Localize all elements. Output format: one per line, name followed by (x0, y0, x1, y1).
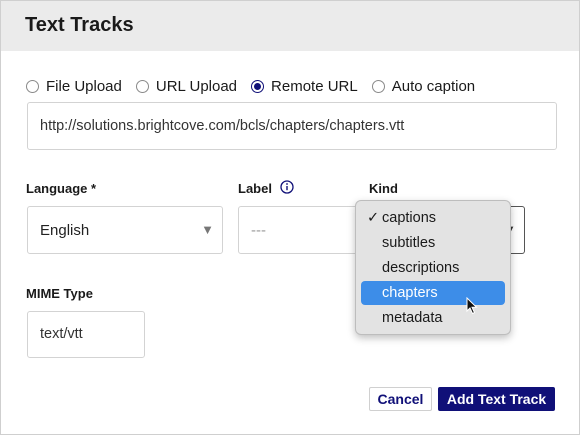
radio-button[interactable] (135, 79, 149, 93)
language-select[interactable]: English ▼ (27, 206, 223, 254)
radio-label: File Upload (46, 77, 122, 95)
checkmark-icon: ✓ (367, 210, 380, 226)
radio-label: Remote URL (271, 77, 358, 95)
label-field-label: Label (238, 181, 272, 196)
kind-option-chapters[interactable]: chapters (361, 281, 505, 305)
option-label: descriptions (382, 260, 460, 276)
kind-option-descriptions[interactable]: descriptions (361, 256, 505, 280)
radio-button[interactable] (26, 79, 39, 93)
radio-url-upload[interactable]: URL Upload (135, 77, 238, 95)
label-select[interactable]: --- (238, 206, 358, 254)
language-value: English (40, 222, 90, 239)
info-icon[interactable] (280, 180, 294, 194)
dialog-title: Text Tracks (25, 14, 134, 36)
add-text-track-button[interactable]: Add Text Track (438, 387, 555, 411)
option-label: subtitles (382, 235, 436, 251)
option-label: captions (382, 210, 437, 226)
radio-label: URL Upload (155, 77, 238, 95)
radio-label: Auto caption (391, 77, 476, 95)
radio-file-upload[interactable]: File Upload (26, 78, 122, 95)
remote-url-input[interactable]: http://solutions.brightcove.com/bcls/cha… (27, 102, 557, 150)
option-label: metadata (382, 310, 443, 326)
radio-button-checked[interactable] (251, 79, 265, 93)
mime-type-input[interactable]: text/vtt (27, 311, 145, 358)
cancel-button[interactable]: Cancel (369, 387, 432, 411)
source-radio-group: File Upload URL Upload Remote URL Auto c… (26, 75, 489, 97)
text-tracks-dialog: Text Tracks File Upload URL Upload Remot… (0, 0, 580, 435)
option-label: chapters (382, 285, 438, 301)
radio-remote-url[interactable]: Remote URL (251, 78, 358, 95)
kind-option-subtitles[interactable]: subtitles (361, 231, 505, 255)
kind-option-captions[interactable]: ✓ captions (361, 206, 505, 230)
radio-button[interactable] (371, 79, 385, 93)
chevron-down-icon: ▼ (201, 222, 214, 237)
kind-label: Kind (369, 181, 398, 196)
kind-dropdown-menu: ✓ captions subtitles descriptions chapte… (355, 200, 511, 335)
label-value: --- (251, 222, 266, 239)
dialog-header: Text Tracks (1, 1, 579, 51)
kind-option-metadata[interactable]: metadata (361, 306, 505, 330)
mouse-pointer-icon (466, 297, 478, 315)
language-label: Language * (26, 181, 97, 196)
radio-auto-caption[interactable]: Auto caption (371, 77, 476, 95)
mime-type-label: MIME Type (26, 286, 93, 301)
